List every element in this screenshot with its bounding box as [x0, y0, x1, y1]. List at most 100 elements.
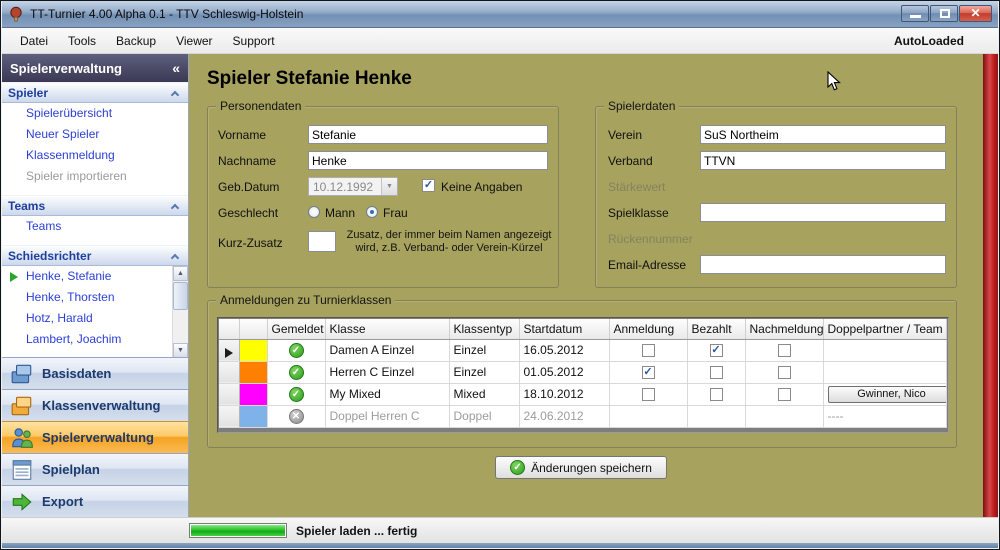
nav-spielerverwaltung[interactable]: Spielerverwaltung — [2, 421, 188, 453]
nachmeldung-cell[interactable] — [745, 405, 823, 427]
row-selector[interactable] — [219, 361, 239, 383]
gemeldet-cell[interactable]: ✕ — [267, 405, 325, 427]
nav-export[interactable]: Export — [2, 485, 188, 517]
doppelpartner-cell[interactable] — [823, 339, 947, 361]
anmeldung-checkbox[interactable] — [642, 388, 655, 401]
startdatum-cell[interactable]: 01.05.2012 — [519, 361, 609, 383]
nachmeldung-cell[interactable] — [745, 339, 823, 361]
anmeldung-cell[interactable] — [609, 383, 687, 405]
table-row[interactable]: ✓Herren C EinzelEinzel01.05.2012✓ — [219, 361, 947, 383]
menu-datei[interactable]: Datei — [10, 30, 58, 52]
verein-input[interactable] — [700, 125, 946, 144]
gemeldet-cell[interactable]: ✓ — [267, 383, 325, 405]
gemeldet-cell[interactable]: ✓ — [267, 361, 325, 383]
anmeldung-cell[interactable] — [609, 339, 687, 361]
bezahlt-checkbox[interactable]: ✓ — [710, 344, 723, 357]
nachmeldung-checkbox[interactable] — [778, 344, 791, 357]
list-item-referee[interactable]: Lambert, Joachim — [2, 329, 188, 350]
klasse-cell[interactable]: Doppel Herren C — [325, 405, 449, 427]
doppelpartner-cell[interactable]: Gwinner, Nico — [823, 383, 947, 405]
nachmeldung-cell[interactable] — [745, 383, 823, 405]
list-item-referee[interactable]: Hotz, Harald — [2, 308, 188, 329]
menu-backup[interactable]: Backup — [106, 30, 166, 52]
nachname-input[interactable] — [308, 151, 548, 170]
grid-column-header[interactable]: Gemeldet — [267, 319, 325, 339]
referee-scrollbar[interactable]: ▲ ▼ — [172, 266, 188, 358]
nav-klassenverwaltung[interactable]: Klassenverwaltung — [2, 389, 188, 421]
vorname-input[interactable] — [308, 125, 548, 144]
anmeldungen-table[interactable]: GemeldetKlasseKlassentypStartdatumAnmeld… — [219, 319, 947, 428]
nachmeldung-cell[interactable] — [745, 361, 823, 383]
nav-spielplan[interactable]: Spielplan — [2, 453, 188, 485]
keine-angaben-checkbox[interactable]: ✓ — [422, 179, 435, 192]
radio-mann[interactable] — [308, 206, 320, 218]
grid-column-header[interactable]: Nachmeldung — [745, 319, 823, 339]
minimize-button[interactable] — [901, 5, 929, 22]
row-selector[interactable] — [219, 383, 239, 405]
verband-input[interactable] — [700, 151, 946, 170]
section-teams[interactable]: Teams — [2, 195, 188, 216]
doppelpartner-cell[interactable] — [823, 361, 947, 383]
doppelpartner-button[interactable]: Gwinner, Nico — [828, 386, 947, 403]
scrollbar-thumb[interactable] — [173, 282, 188, 310]
grid-column-header[interactable]: Klasse — [325, 319, 449, 339]
row-selector[interactable] — [219, 405, 239, 427]
spielklasse-input[interactable] — [700, 203, 946, 222]
menu-tools[interactable]: Tools — [58, 30, 106, 52]
klasse-cell[interactable]: My Mixed — [325, 383, 449, 405]
startdatum-cell[interactable]: 16.05.2012 — [519, 339, 609, 361]
maximize-button[interactable] — [930, 5, 958, 22]
klassentyp-cell[interactable]: Einzel — [449, 361, 519, 383]
sidebar-item-neuer-spieler[interactable]: Neuer Spieler — [2, 124, 188, 145]
bezahlt-checkbox[interactable] — [710, 366, 723, 379]
sidebar-item-klassenmeldung[interactable]: Klassenmeldung — [2, 145, 188, 166]
startdatum-cell[interactable]: 24.06.2012 — [519, 405, 609, 427]
anmeldung-cell[interactable]: ✓ — [609, 361, 687, 383]
collapsed-side-panel[interactable] — [983, 54, 998, 517]
table-row[interactable]: ✕Doppel Herren CDoppel24.06.2012 ---- — [219, 405, 947, 427]
gemeldet-cell[interactable]: ✓ — [267, 339, 325, 361]
startdatum-cell[interactable]: 18.10.2012 — [519, 383, 609, 405]
email-input[interactable] — [700, 255, 946, 274]
scroll-down-icon[interactable]: ▼ — [173, 343, 188, 358]
table-row[interactable]: ✓Damen A EinzelEinzel16.05.2012✓ — [219, 339, 947, 361]
klasse-cell[interactable]: Herren C Einzel — [325, 361, 449, 383]
kurz-zusatz-input[interactable] — [308, 231, 336, 252]
klasse-cell[interactable]: Damen A Einzel — [325, 339, 449, 361]
sidebar-item-spieleruebersicht[interactable]: Spielerübersicht — [2, 103, 188, 124]
sidebar-collapse-icon[interactable]: « — [172, 60, 180, 76]
anmeldung-cell[interactable] — [609, 405, 687, 427]
grid-column-header[interactable]: Anmeldung — [609, 319, 687, 339]
section-schiedsrichter[interactable]: Schiedsrichter — [2, 245, 188, 266]
menu-support[interactable]: Support — [223, 30, 285, 52]
nav-basisdaten[interactable]: Basisdaten — [2, 357, 188, 389]
bezahlt-cell[interactable] — [687, 405, 745, 427]
sidebar-item-teams[interactable]: Teams — [2, 216, 188, 237]
nachmeldung-checkbox[interactable] — [778, 388, 791, 401]
grid-column-header[interactable]: Doppelpartner / Team — [823, 319, 947, 339]
klassentyp-cell[interactable]: Einzel — [449, 339, 519, 361]
close-button[interactable]: ✕ — [959, 5, 992, 22]
klassentyp-cell[interactable]: Doppel — [449, 405, 519, 427]
save-changes-button[interactable]: ✓ Änderungen speichern — [495, 456, 667, 479]
list-item-referee[interactable]: Henke, Thorsten — [2, 287, 188, 308]
anmeldung-checkbox[interactable] — [642, 344, 655, 357]
list-item-referee-selected[interactable]: Henke, Stefanie — [2, 266, 188, 287]
menu-viewer[interactable]: Viewer — [166, 30, 222, 52]
section-spieler[interactable]: Spieler — [2, 82, 188, 103]
bezahlt-cell[interactable] — [687, 361, 745, 383]
bezahlt-cell[interactable] — [687, 383, 745, 405]
bezahlt-checkbox[interactable] — [710, 388, 723, 401]
grid-column-header[interactable]: Klassentyp — [449, 319, 519, 339]
doppelpartner-cell[interactable]: ---- — [823, 405, 947, 427]
grid-column-header[interactable]: Bezahlt — [687, 319, 745, 339]
table-row[interactable]: ✓My MixedMixed18.10.2012 Gwinner, Nico — [219, 383, 947, 405]
row-selector[interactable] — [219, 339, 239, 361]
scroll-up-icon[interactable]: ▲ — [173, 266, 188, 281]
nachmeldung-checkbox[interactable] — [778, 366, 791, 379]
bezahlt-cell[interactable]: ✓ — [687, 339, 745, 361]
anmeldung-checkbox[interactable]: ✓ — [642, 366, 655, 379]
klassentyp-cell[interactable]: Mixed — [449, 383, 519, 405]
grid-column-header[interactable]: Startdatum — [519, 319, 609, 339]
radio-frau[interactable] — [366, 206, 378, 218]
